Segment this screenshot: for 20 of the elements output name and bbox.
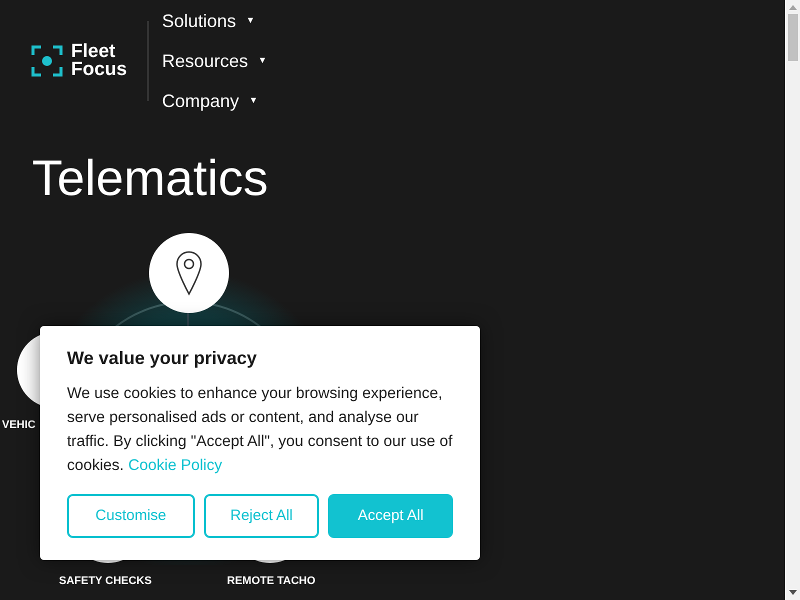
feature-label: SAFETY CHECKS	[59, 574, 152, 589]
scrollbar[interactable]	[785, 0, 800, 600]
hero-title: Telematics	[32, 149, 270, 208]
nav-link[interactable]: Solutions ▼	[162, 1, 267, 41]
consent-button[interactable]: Accept All	[328, 494, 453, 538]
logo-text: Focus	[71, 61, 127, 79]
banner-title: We value your privacy	[67, 347, 258, 370]
scrollbar-thumb[interactable]	[788, 14, 798, 61]
logo-text: Fleet	[71, 43, 116, 61]
consent-button[interactable]: Reject All	[204, 494, 320, 538]
banner-text: We use cookies to enhance your browsing experience, serve personalised ads or content, and analyse our traffic. By clicking "Accept All", you consent to our use of cookies. Cookie Policy	[67, 384, 453, 476]
scroll-down-icon[interactable]	[788, 590, 796, 595]
feature-label: REMOTE TACHO	[227, 574, 316, 589]
cookie-policy-link[interactable]: Cookie Policy	[128, 457, 222, 474]
focus-frame-icon	[31, 45, 63, 77]
consent-button[interactable]: Customise	[67, 494, 195, 538]
nav-link[interactable]: Company ▼	[162, 81, 267, 121]
feature-label: VEHIC	[2, 418, 36, 433]
nav-link[interactable]: Resources ▼	[162, 41, 267, 81]
scroll-up-icon[interactable]	[788, 5, 796, 10]
